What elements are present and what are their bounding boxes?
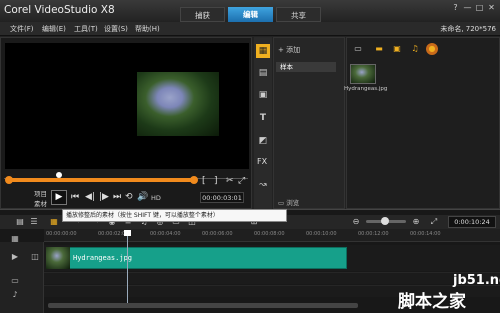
clip-name: Hydrangeas.jpg	[73, 254, 133, 262]
next-frame-icon[interactable]: |▶	[99, 192, 109, 202]
ruler-label: 00:00:00:00	[46, 231, 77, 237]
menu-edit[interactable]: 编辑(E)	[42, 24, 66, 34]
graphic-icon[interactable]: ◩	[256, 134, 270, 148]
trim-start-handle[interactable]	[5, 176, 13, 184]
track-manager-icon[interactable]: ▦	[8, 234, 22, 246]
help-icon[interactable]: ?	[450, 3, 461, 13]
zoom-out-icon[interactable]: ⊖	[350, 216, 362, 228]
title-track-icon[interactable]: ▭	[8, 276, 22, 288]
folder-item-sample[interactable]: 样本	[276, 62, 336, 72]
ruler-label: 00:00:04:00	[150, 231, 181, 237]
app-title: Corel VideoStudio X8	[4, 4, 115, 16]
previous-frame-icon[interactable]: ◀|	[85, 192, 95, 202]
maximize-button[interactable]: □	[474, 3, 485, 13]
watermark-text: jb51.net	[453, 273, 500, 288]
toolbar-tool-icon[interactable]: ▦	[48, 216, 60, 228]
video-track-icon[interactable]: ▶	[8, 252, 22, 264]
preview-playhead[interactable]	[56, 172, 62, 178]
show-photo-icon[interactable]: ▣	[391, 43, 403, 55]
timeline-scrollbar[interactable]	[48, 303, 358, 308]
zoom-in-icon[interactable]: ⊕	[410, 216, 422, 228]
show-audio-icon[interactable]: ♫	[409, 43, 421, 55]
ruler-label: 00:00:10:00	[306, 231, 337, 237]
menu-settings[interactable]: 设置(S)	[104, 24, 128, 34]
tooltip: 播放修整后的素材（按住 SHIFT 键，可以播放整个素材）	[62, 209, 287, 222]
browse-label: 浏览	[286, 199, 300, 207]
timecode-display[interactable]: 00:00:03:01	[200, 192, 244, 203]
project-info: 未命名, 720*576	[440, 25, 496, 33]
tab-share[interactable]: 共享	[276, 7, 321, 22]
mark-in-button[interactable]: [	[202, 176, 206, 186]
enlarge-icon[interactable]: ⤢	[238, 176, 245, 186]
app-window: Corel VideoStudio X8 捕获 编辑 共享 ? — □ ✕ 文件…	[0, 0, 500, 313]
add-folder-button[interactable]: + 添加	[278, 45, 300, 55]
show-video-icon[interactable]: ▬	[373, 43, 385, 55]
media-thumbnail[interactable]	[350, 64, 376, 84]
filter-icon[interactable]: FX	[257, 157, 267, 166]
end-icon[interactable]: ⏭	[113, 192, 121, 202]
home-icon[interactable]: ⏮	[71, 192, 79, 202]
overlay-track-toggle-icon[interactable]: ◫	[28, 252, 42, 264]
watermark-text: 脚本之家	[398, 292, 466, 312]
voice-track-icon[interactable]: ♪	[8, 290, 22, 302]
timeline-playhead[interactable]	[127, 232, 128, 304]
timeline-view-icon[interactable]: ☰	[28, 216, 40, 228]
clip-thumbnail	[46, 247, 70, 269]
sort-icon[interactable]: ●	[426, 43, 438, 55]
plus-icon: +	[278, 46, 287, 54]
tab-capture[interactable]: 捕获	[180, 7, 225, 22]
storyboard-view-icon[interactable]: ▤	[14, 216, 26, 228]
overlay-track[interactable]	[44, 272, 500, 284]
ruler-label: 00:00:08:00	[254, 231, 285, 237]
minimize-button[interactable]: —	[462, 3, 473, 13]
ruler-label: 00:00:14:00	[410, 231, 441, 237]
volume-icon[interactable]: 🔊	[137, 192, 148, 202]
title-icon[interactable]: T	[256, 111, 270, 125]
repeat-icon[interactable]: ⟲	[125, 192, 133, 202]
close-button[interactable]: ✕	[486, 3, 497, 13]
menu-file[interactable]: 文件(F)	[10, 24, 34, 34]
preview-image	[137, 72, 219, 136]
folder-icon: ▭	[278, 199, 287, 207]
project-duration: 0:00:10:24	[448, 216, 496, 228]
instant-project-icon[interactable]: ▤	[256, 66, 270, 80]
ruler-label: 00:00:06:00	[202, 231, 233, 237]
mark-out-button[interactable]: ]	[214, 176, 218, 186]
trim-bar[interactable]	[8, 178, 195, 182]
browse-button[interactable]: ▭ 浏览	[278, 197, 299, 207]
ruler-label: 00:00:12:00	[358, 231, 389, 237]
mode-clip[interactable]: 素材	[34, 198, 47, 208]
menu-tools[interactable]: 工具(T)	[74, 24, 98, 34]
scissors-icon[interactable]: ✂	[226, 176, 234, 186]
media-icon[interactable]: ▦	[256, 44, 270, 58]
play-button[interactable]: ▶	[51, 190, 67, 205]
timeline-playhead-handle[interactable]	[124, 230, 131, 236]
import-folder-icon[interactable]: ▭	[352, 43, 364, 55]
add-label: 添加	[286, 46, 301, 54]
zoom-slider-thumb[interactable]	[381, 217, 389, 225]
menu-help[interactable]: 帮助(H)	[135, 24, 160, 34]
tab-edit[interactable]: 编辑	[228, 7, 273, 22]
path-icon[interactable]: ↝	[256, 178, 270, 192]
trim-end-handle[interactable]	[190, 176, 198, 184]
hd-toggle[interactable]: HD	[151, 194, 161, 202]
transition-icon[interactable]: ▣	[256, 88, 270, 102]
media-panel	[346, 37, 500, 209]
mode-project[interactable]: 项目	[34, 188, 47, 198]
media-thumbnail-label: Hydrangeas.jpg	[344, 86, 388, 92]
fit-timeline-icon[interactable]: ⤢	[428, 216, 440, 228]
